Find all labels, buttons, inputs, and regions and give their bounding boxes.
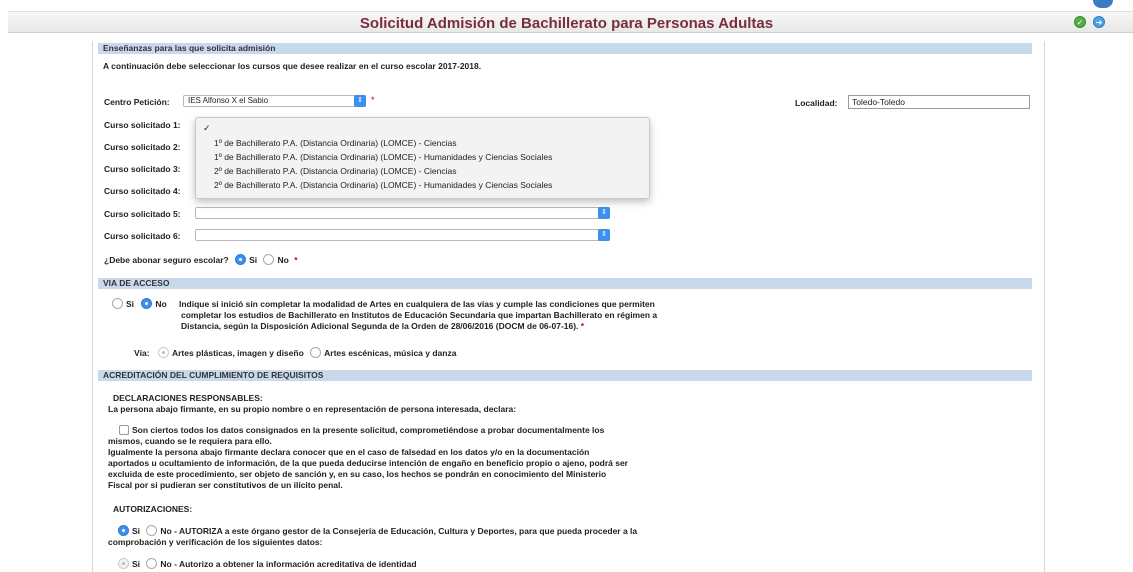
required-mark: * xyxy=(294,255,298,265)
centro-label: Centro Petición: xyxy=(104,97,170,107)
falsedad-text-3: excluida de este procedimiento, ser obje… xyxy=(108,469,607,479)
curso-label-2: Curso solicitado 2: xyxy=(104,142,181,152)
via-text-2: completar los estudios de Bachillerato e… xyxy=(181,310,658,320)
chevron-updown-icon: ⇕ xyxy=(598,229,610,241)
check-circle-icon[interactable]: ✓ xyxy=(1074,16,1086,28)
seguro-no-label: No xyxy=(277,255,289,265)
via-artes-plasticas-radio[interactable] xyxy=(157,347,169,358)
auth1-si-radio[interactable] xyxy=(118,525,129,536)
seguro-label: ¿Debe abonar seguro escolar? xyxy=(104,255,229,265)
arrow-circle-icon[interactable]: ➜ xyxy=(1093,16,1105,28)
auth1-text: No - AUTORIZA a este órgano gestor de la… xyxy=(160,526,638,536)
dropdown-option[interactable]: 2º de Bachillerato P.A. (Distancia Ordin… xyxy=(214,180,552,190)
seguro-si-label: Si xyxy=(249,255,258,265)
auth2-text: No - Autorizo a obtener la información a… xyxy=(160,559,417,569)
via-label: Vía: xyxy=(134,348,150,358)
page-title: Solicitud Admisión de Bachillerato para … xyxy=(359,15,774,32)
via-text-1: Indique si inició sin completar la modal… xyxy=(179,299,655,309)
checkmark-icon: ✓ xyxy=(203,123,211,133)
via-radio-row: Si No xyxy=(112,298,167,309)
autorizaciones-heading: AUTORIZACIONES: xyxy=(113,504,193,514)
dropdown-option[interactable]: 1º de Bachillerato P.A. (Distancia Ordin… xyxy=(214,138,456,148)
datos-ciertos-checkbox[interactable] xyxy=(119,425,129,435)
section-via-header: VIA DE ACCESO xyxy=(98,278,1032,289)
falsedad-text-2: aportados u ocultamiento de información,… xyxy=(108,458,628,468)
via-no-label: No xyxy=(155,299,167,309)
via-opt1-label: Artes plásticas, imagen y diseño xyxy=(171,348,304,358)
centro-select[interactable]: IES Alfonso X el Sabio ⇕ xyxy=(183,95,366,107)
falsedad-text-4: Fiscal por si pudieran ser constitutivos… xyxy=(108,480,343,490)
via-si-label: Si xyxy=(126,299,135,309)
declaraciones-heading: DECLARACIONES RESPONSABLES: xyxy=(113,393,263,403)
auth1-si-label: Si xyxy=(132,526,141,536)
via-options-row: Vía: Artes plásticas, imagen y diseño Ar… xyxy=(134,347,456,358)
dropdown-option[interactable]: 2º de Bachillerato P.A. (Distancia Ordin… xyxy=(214,166,456,176)
auth2-no-radio[interactable] xyxy=(146,558,158,569)
curso-label-4: Curso solicitado 4: xyxy=(104,186,181,196)
curso-select-5[interactable]: ⇕ xyxy=(195,207,610,219)
auth1-no-radio[interactable] xyxy=(146,525,158,536)
seguro-row: ¿Debe abonar seguro escolar? Si No * xyxy=(104,254,298,265)
section-ensenanzas-header: Enseñanzas para las que solicita admisió… xyxy=(98,43,1032,54)
dropdown-option[interactable]: 1º de Bachillerato P.A. (Distancia Ordin… xyxy=(214,152,552,162)
curso-label-1: Curso solicitado 1: xyxy=(104,120,181,130)
localidad-label: Localidad: xyxy=(795,98,838,108)
curso-label-5: Curso solicitado 5: xyxy=(104,209,181,219)
centro-value: IES Alfonso X el Sabio xyxy=(188,96,269,105)
declara-text: La persona abajo firmante, en su propio … xyxy=(108,404,517,414)
check1-row: Son ciertos todos los datos consignados … xyxy=(119,425,604,435)
curso-label-3: Curso solicitado 3: xyxy=(104,164,181,174)
via-opt2-label: Artes escénicas, música y danza xyxy=(324,348,457,358)
via-text-3-content: Distancia, según la Disposición Adiciona… xyxy=(181,321,579,331)
section-acreditacion-header: ACREDITACIÓN DEL CUMPLIMIENTO DE REQUISI… xyxy=(98,370,1032,381)
via-artes-escenicas-radio[interactable] xyxy=(310,347,322,358)
curso-select-6[interactable]: ⇕ xyxy=(195,229,610,241)
auth2-si-label: Si xyxy=(132,559,141,569)
auth2-row: Si No - Autorizo a obtener la informació… xyxy=(118,558,417,569)
required-mark: * xyxy=(371,95,375,105)
seguro-no-radio[interactable] xyxy=(263,254,275,265)
auth2-si-radio[interactable] xyxy=(118,558,129,569)
seguro-si-radio[interactable] xyxy=(235,254,247,265)
title-bar: Solicitud Admisión de Bachillerato para … xyxy=(0,0,1133,40)
curso-label-6: Curso solicitado 6: xyxy=(104,231,181,241)
chevron-updown-icon: ⇕ xyxy=(598,207,610,219)
curso-dropdown-menu: ✓ 1º de Bachillerato P.A. (Distancia Ord… xyxy=(195,117,650,199)
check1-text-2: mismos, cuando se le requiera para ello. xyxy=(108,436,272,446)
intro-text: A continuación debe seleccionar los curs… xyxy=(103,61,482,71)
tooltip-tab xyxy=(1093,0,1113,8)
localidad-field[interactable]: Toledo-Toledo xyxy=(848,95,1030,109)
required-mark: * xyxy=(580,321,585,331)
check1-text: Son ciertos todos los datos consignados … xyxy=(132,425,605,435)
via-no-radio[interactable] xyxy=(141,298,153,309)
via-text-3: Distancia, según la Disposición Adiciona… xyxy=(181,321,584,331)
via-si-radio[interactable] xyxy=(112,298,123,309)
auth1-row: Si No - AUTORIZA a este órgano gestor de… xyxy=(118,525,637,536)
falsedad-text-1: Igualmente la persona abajo firmante dec… xyxy=(108,447,590,457)
auth1-text-2: comprobación y verificación de los sigui… xyxy=(108,537,323,547)
chevron-updown-icon: ⇕ xyxy=(354,95,366,107)
